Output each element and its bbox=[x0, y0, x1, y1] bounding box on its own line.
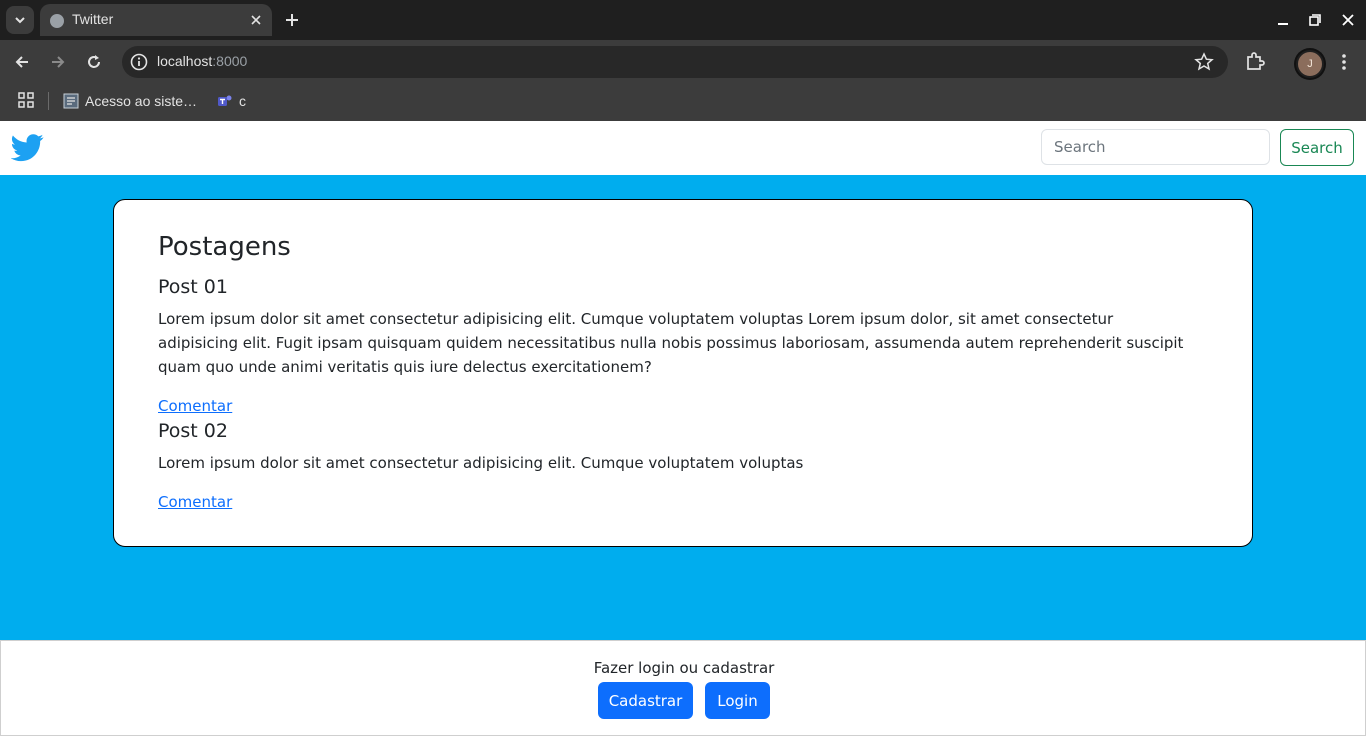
tab-strip: Twitter bbox=[0, 0, 1366, 40]
globe-icon bbox=[50, 14, 64, 28]
twitter-bird-icon[interactable] bbox=[11, 131, 44, 164]
auth-footer: Fazer login ou cadastrar Cadastrar Login bbox=[0, 640, 1366, 736]
bookmark-item-c[interactable]: c bbox=[217, 90, 246, 112]
apps-grid-icon[interactable] bbox=[18, 92, 34, 108]
new-tab-button[interactable] bbox=[280, 8, 304, 32]
url-host: localhost bbox=[157, 53, 213, 69]
arrow-left-icon bbox=[15, 56, 28, 68]
search-button[interactable]: Search bbox=[1280, 129, 1354, 166]
posts-card: Postagens Post 01 Lorem ipsum dolor sit … bbox=[113, 199, 1253, 547]
restore-button[interactable] bbox=[1303, 8, 1327, 32]
bookmark-star-icon[interactable] bbox=[1194, 52, 1214, 72]
site-navbar: Search bbox=[0, 121, 1366, 175]
footer-prompt: Fazer login ou cadastrar bbox=[593, 659, 775, 677]
document-icon bbox=[63, 93, 79, 109]
close-tab-button[interactable] bbox=[246, 10, 266, 30]
page-title: Postagens bbox=[158, 232, 291, 262]
back-button[interactable] bbox=[10, 50, 34, 74]
comment-link[interactable]: Comentar bbox=[158, 395, 232, 417]
bookmark-label: c bbox=[239, 93, 246, 109]
post-title: Post 02 bbox=[158, 420, 228, 442]
url-port: :8000 bbox=[212, 53, 248, 69]
post-title: Post 01 bbox=[158, 276, 228, 298]
restore-icon bbox=[1309, 14, 1321, 26]
browser-toolbar: localhost:8000 bbox=[0, 40, 1366, 84]
post-item: Post 01 Lorem ipsum dolor sit amet conse… bbox=[158, 275, 1188, 417]
close-window-button[interactable] bbox=[1336, 8, 1360, 32]
close-icon bbox=[1342, 14, 1354, 26]
reload-button[interactable] bbox=[82, 50, 106, 74]
comment-link[interactable]: Comentar bbox=[158, 491, 232, 513]
arrow-right-icon bbox=[52, 56, 65, 68]
bookmark-label: Acesso ao siste… bbox=[85, 93, 198, 109]
bookmark-item-acesso[interactable]: Acesso ao siste… bbox=[63, 90, 197, 112]
bookmarks-separator bbox=[48, 92, 49, 110]
close-icon bbox=[251, 15, 261, 25]
post-body: Lorem ipsum dolor sit amet consectetur a… bbox=[158, 310, 1184, 376]
post-body: Lorem ipsum dolor sit amet consectetur a… bbox=[158, 454, 804, 472]
minimize-icon bbox=[1278, 23, 1288, 25]
forward-button[interactable] bbox=[46, 50, 70, 74]
minimize-button[interactable] bbox=[1271, 8, 1295, 32]
tab-title: Twitter bbox=[72, 11, 114, 27]
search-input[interactable] bbox=[1041, 129, 1270, 165]
register-button[interactable]: Cadastrar bbox=[598, 682, 693, 719]
more-menu-icon[interactable] bbox=[1334, 52, 1354, 72]
chevron-down-icon bbox=[15, 17, 25, 24]
browser-tab[interactable]: Twitter bbox=[40, 4, 272, 36]
address-bar[interactable]: localhost:8000 bbox=[122, 46, 1228, 78]
info-icon[interactable] bbox=[130, 53, 148, 71]
teams-icon bbox=[218, 95, 232, 106]
plus-icon bbox=[286, 14, 298, 26]
extensions-icon[interactable] bbox=[1244, 50, 1266, 72]
url-text: localhost:8000 bbox=[157, 53, 247, 69]
bookmarks-bar: Acesso ao siste… c bbox=[0, 84, 1366, 122]
profile-avatar[interactable]: J bbox=[1296, 50, 1324, 78]
tab-search-button[interactable] bbox=[6, 6, 34, 34]
login-button[interactable]: Login bbox=[705, 682, 770, 719]
post-item: Post 02 Lorem ipsum dolor sit amet conse… bbox=[158, 419, 1188, 513]
reload-icon bbox=[88, 55, 100, 68]
